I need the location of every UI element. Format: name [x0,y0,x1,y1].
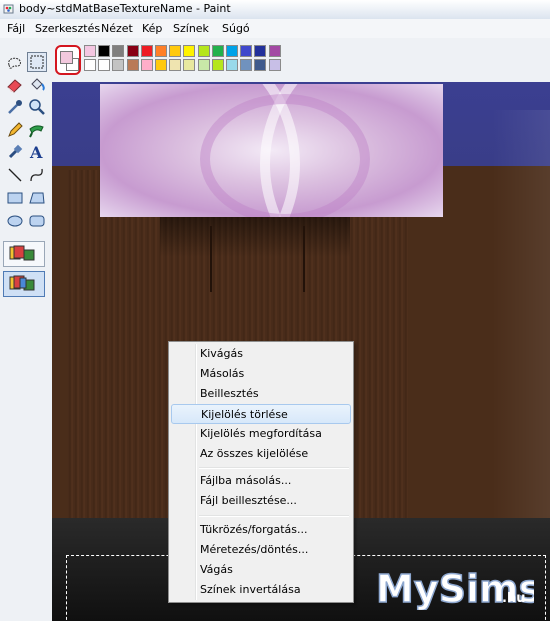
menu-item-label: Színek invertálása [200,583,301,596]
pencil-icon[interactable] [5,120,25,140]
window-title: body~stdMatBaseTextureName - Paint [19,2,231,15]
menu-item-crop[interactable]: Vágás [171,560,351,580]
context-menu: Kivágás Másolás Beillesztés Kijelölés tö… [168,341,354,603]
menu-item-label: Vágás [200,563,233,576]
eraser-icon[interactable] [5,75,25,95]
selection-mode-transparent[interactable] [3,271,45,297]
color-swatch[interactable] [155,59,167,71]
line-icon[interactable] [5,165,25,185]
airbrush-icon[interactable] [5,142,25,162]
menu-item-label: Kivágás [200,347,243,360]
rectangle-icon[interactable] [5,188,25,208]
paint-icon [3,4,14,14]
menu-item-select-all[interactable]: Az összes kijelölése [171,444,351,464]
ellipse-icon[interactable] [5,211,25,231]
rect-select-icon[interactable] [27,52,47,72]
text-icon[interactable]: A [27,142,47,162]
canvas-light-strip [492,110,550,530]
menu-view[interactable]: Nézet [101,22,133,35]
color-swatch[interactable] [226,59,238,71]
color-swatch[interactable] [98,45,111,57]
color-swatch[interactable] [84,45,96,57]
canvas-shadow [160,217,350,257]
magnifier-icon[interactable] [27,97,47,117]
color-swatch[interactable] [140,59,153,71]
color-swatch[interactable] [211,45,224,57]
brush-icon[interactable] [27,120,47,140]
color-swatch[interactable] [112,45,125,57]
color-swatch[interactable] [126,59,139,71]
menu-item-stretch-skew[interactable]: Méretezés/döntés... [171,540,351,560]
color-swatch[interactable] [268,59,281,71]
color-swatch[interactable] [183,45,196,57]
svg-text:A: A [29,143,43,162]
menu-item-label: Beillesztés [200,387,259,400]
color-swatch[interactable] [197,45,210,57]
color-swatch[interactable] [197,59,210,71]
color-picker-icon[interactable] [5,97,25,117]
menu-item-flip-rotate[interactable]: Tükrözés/forgatás... [171,520,351,540]
menu-help[interactable]: Súgó [222,22,250,35]
color-swatch[interactable] [240,59,253,71]
canvas-seam-left [210,226,212,292]
color-swatch[interactable] [112,59,125,71]
menu-item-label: Fájl beillesztése... [200,494,297,507]
menu-item-label: Fájlba másolás... [200,474,292,487]
color-swatch[interactable] [126,45,139,57]
watermark-suffix: .hu [502,591,525,606]
toolbox: A [0,38,53,621]
menu-item-paste-from-file[interactable]: Fájl beillesztése... [171,491,351,511]
color-swatch[interactable] [140,45,153,57]
canvas-seam-right [303,226,305,292]
menu-item-paste[interactable]: Beillesztés [171,384,351,404]
title-bar: body~stdMatBaseTextureName - Paint [0,0,550,20]
menu-separator [199,515,349,517]
mysims-watermark: MySims .hu [375,566,534,610]
menu-item-label: Méretezés/döntés... [200,543,309,556]
fill-bucket-icon[interactable] [27,75,47,95]
menu-item-clear-selection[interactable]: Kijelölés törlése [171,404,351,424]
color-swatch[interactable] [183,59,196,71]
menu-item-invert-selection[interactable]: Kijelölés megfordítása [171,424,351,444]
curve-icon[interactable] [27,165,47,185]
rounded-rect-icon[interactable] [27,211,47,231]
color-swatch[interactable] [155,45,167,57]
color-swatch[interactable] [254,45,267,57]
menu-item-label: Az összes kijelölése [200,447,309,460]
menu-item-label: Kijelölés törlése [201,408,288,421]
menu-item-copy-to-file[interactable]: Fájlba másolás... [171,471,351,491]
menu-item-label: Kijelölés megfordítása [200,427,322,440]
menu-item-label: Másolás [200,367,245,380]
menu-separator [199,467,349,469]
color-swatch[interactable] [268,45,281,57]
color-swatch[interactable] [226,45,238,57]
menu-bar: Fájl Szerkesztés Nézet Kép Színek Súgó [0,19,550,39]
menu-item-invert-colors[interactable]: Színek invertálása [171,580,351,600]
canvas-pink-texture [100,84,443,217]
menu-edit[interactable]: Szerkesztés [35,22,100,35]
current-colors[interactable] [55,45,81,75]
color-swatch[interactable] [211,59,224,71]
menu-item-copy[interactable]: Másolás [171,364,351,384]
color-swatch[interactable] [240,45,253,57]
color-swatch[interactable] [169,59,182,71]
free-select-icon[interactable] [5,53,25,73]
menu-file[interactable]: Fájl [7,22,25,35]
menu-colors[interactable]: Színek [173,22,209,35]
color-swatch[interactable] [84,59,96,71]
color-swatch[interactable] [254,59,267,71]
menu-item-label: Tükrözés/forgatás... [200,523,308,536]
color-swatch[interactable] [98,59,111,71]
selection-mode-opaque[interactable] [3,241,45,267]
menu-item-cut[interactable]: Kivágás [171,344,351,364]
primary-color[interactable] [60,51,73,64]
polygon-icon[interactable] [27,188,47,208]
color-swatch[interactable] [169,45,182,57]
menu-image[interactable]: Kép [142,22,162,35]
